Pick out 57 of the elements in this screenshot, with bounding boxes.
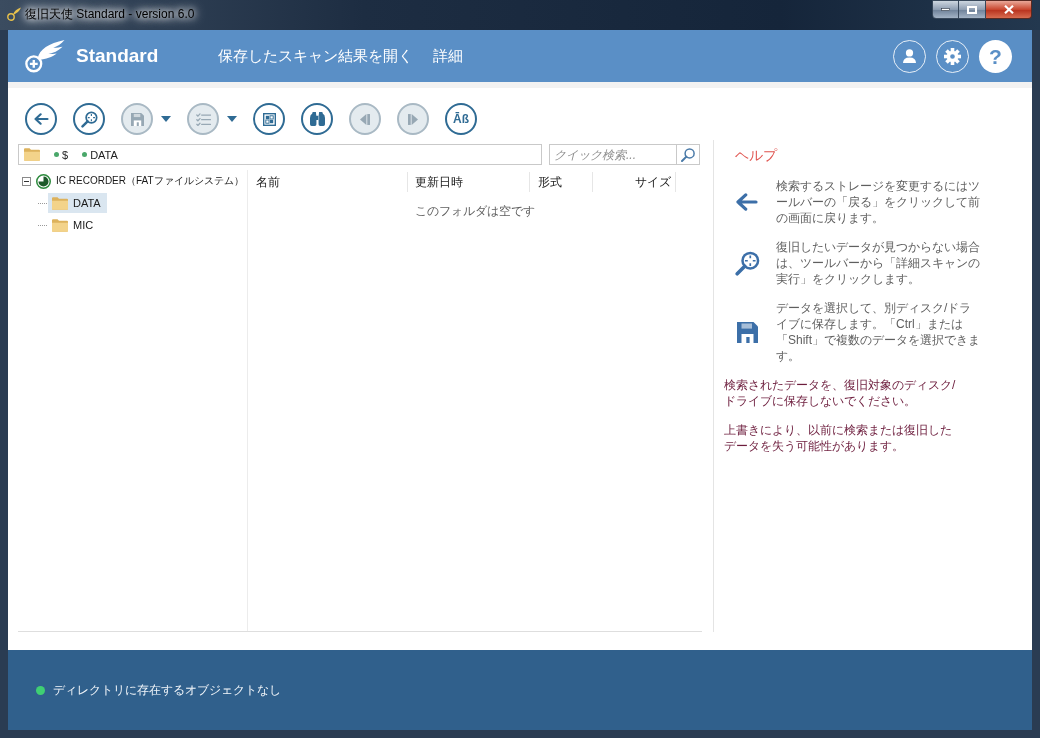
help-text: 復旧したいデータが見つからない場合は、ツールバーから「詳細スキャンの実行」をクリックします。	[776, 239, 981, 287]
grid-icon	[262, 112, 276, 126]
warning-text: 検索されたデータを、復旧対象のディスク/ドライブに保存しないでください。	[724, 377, 957, 409]
pie-icon	[36, 173, 51, 189]
gear-icon	[944, 47, 961, 65]
view-button[interactable]	[253, 103, 285, 135]
warning-text: 上書きにより、以前に検索または復旧したデータを失う可能性があります。	[724, 422, 953, 454]
checklist-icon	[195, 112, 211, 126]
maximize-button[interactable]	[959, 0, 986, 19]
back-button[interactable]	[25, 103, 57, 135]
help-text: 検索するストレージを変更するにはツールバーの「戻る」をクリックして前の画面に戻ります。	[776, 178, 981, 226]
magnifier-icon	[80, 110, 98, 128]
folder-icon	[24, 148, 40, 161]
folder-icon	[52, 218, 68, 232]
window-title: 復旧天使 Standard - version 6.0	[25, 6, 195, 23]
search-icon	[681, 147, 695, 162]
column-header[interactable]: サイズ	[593, 172, 676, 192]
dot-icon	[82, 152, 88, 157]
search-field[interactable]: クイック検索...	[549, 144, 677, 165]
left-arrow-icon	[736, 193, 758, 211]
wing-plus-logo-icon	[25, 39, 65, 73]
minimize-button[interactable]	[932, 0, 959, 19]
tree-item[interactable]: DATA	[48, 193, 107, 213]
characters-button[interactable]: Āß	[445, 103, 477, 135]
collapse-icon[interactable]	[22, 176, 31, 186]
tree-line	[38, 224, 47, 226]
empty-folder-message: このフォルダは空です	[415, 203, 535, 219]
status-text: ディレクトリに存在するオブジェクトなし	[53, 682, 281, 698]
minimize-icon	[941, 8, 950, 11]
caret-icon	[227, 116, 237, 122]
column-header[interactable]: 形式	[530, 172, 593, 192]
column-header[interactable]: 名前	[248, 172, 408, 192]
dot-icon	[54, 152, 59, 157]
magnifier-icon	[734, 250, 760, 276]
path-segment[interactable]: DATA	[90, 147, 118, 162]
scan-button[interactable]	[73, 103, 105, 135]
close-icon	[1003, 5, 1014, 14]
close-button[interactable]	[986, 0, 1032, 19]
column-header[interactable]: 更新日時	[408, 172, 530, 192]
tree-item[interactable]: MIC	[48, 215, 100, 235]
folder-icon	[52, 196, 68, 210]
left-arrow-icon	[33, 113, 49, 125]
tree-item[interactable]: IC RECORDER（FATファイルシステム）	[35, 171, 245, 191]
path-segment[interactable]: $	[62, 147, 69, 162]
binoculars-icon	[309, 112, 325, 126]
path-bar[interactable]: $ DATA	[18, 144, 542, 165]
help-text: データを選択して、別ディスク/ドライブに保存します。「Ctrl」または「Shift」で複数のデータを選択できます。	[776, 300, 981, 364]
tree-line	[38, 202, 47, 204]
user-icon	[903, 49, 916, 63]
product-name: Standard	[76, 44, 159, 68]
maximize-icon	[967, 5, 977, 14]
search-button[interactable]	[677, 144, 700, 165]
caret-icon	[161, 116, 171, 122]
skip-forward-icon	[408, 113, 418, 125]
find-button[interactable]	[301, 103, 333, 135]
help-title: ヘルプ	[735, 146, 777, 165]
skip-back-icon	[360, 113, 370, 125]
